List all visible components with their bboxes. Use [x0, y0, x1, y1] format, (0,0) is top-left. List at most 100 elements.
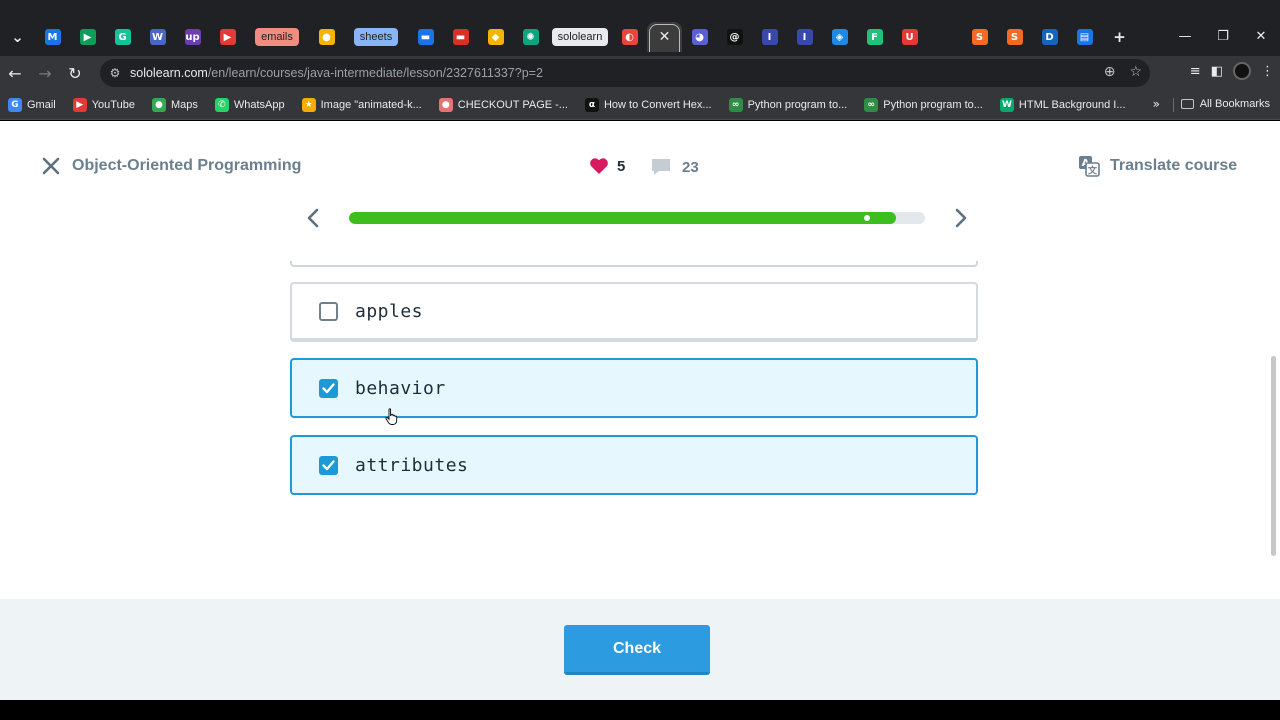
site-icon: U: [901, 29, 918, 45]
course-title: Object-Oriented Programming: [72, 157, 302, 174]
bookmark-item[interactable]: ✆ WhatsApp: [214, 97, 285, 112]
tab[interactable]: +: [1102, 22, 1137, 52]
bookmark-label: Python program to...: [883, 98, 983, 111]
bookmark-item[interactable]: ● CHECKOUT PAGE -...: [438, 97, 568, 112]
answer-option-attributes[interactable]: attributes: [290, 435, 978, 495]
reload-icon[interactable]: ↻: [60, 58, 90, 88]
grammarly-icon: G: [114, 29, 131, 45]
checkbox-checked[interactable]: [319, 378, 338, 398]
site-icon: D: [1041, 29, 1058, 45]
browser-menu-icon[interactable]: ⋮: [1261, 64, 1274, 79]
bookmark-label: WhatsApp: [233, 98, 285, 111]
tab[interactable]: S: [962, 22, 997, 52]
profile-avatar[interactable]: [1233, 62, 1251, 80]
tab[interactable]: ▤: [1067, 22, 1102, 52]
side-panel-icon[interactable]: ◧: [1211, 64, 1223, 79]
url-text[interactable]: sololearn.com/en/learn/courses/java-inte…: [130, 66, 543, 80]
comments-count: 23: [682, 158, 699, 176]
tab[interactable]: ◕: [682, 22, 717, 52]
tab[interactable]: ✺: [513, 22, 548, 52]
lesson-header: Object-Oriented Programming 5 23 A 文 Tra…: [0, 121, 1280, 211]
youtube-icon: ▶: [72, 97, 87, 112]
checkbox-unchecked[interactable]: [319, 301, 338, 321]
bookmark-item[interactable]: G Gmail: [8, 97, 56, 112]
back-icon[interactable]: ←: [0, 58, 30, 88]
forward-icon[interactable]: →: [30, 58, 60, 88]
bookmark-label: YouTube: [91, 98, 135, 111]
tab[interactable]: S: [997, 22, 1032, 52]
bookmark-item[interactable]: ● Maps: [151, 97, 198, 112]
sololearn-icon: S: [971, 29, 988, 45]
docs-icon: ▬: [417, 29, 434, 45]
tab[interactable]: ●: [309, 22, 344, 52]
maps-pin-icon: ●: [318, 29, 335, 45]
lesson-progress: [300, 203, 980, 233]
threads-icon: @: [726, 29, 743, 45]
address-bar[interactable]: ⚙ sololearn.com/en/learn/courses/java-in…: [100, 59, 1150, 87]
tab[interactable]: W: [140, 22, 175, 52]
next-arrow-icon[interactable]: [950, 207, 972, 229]
tab[interactable]: ◐: [612, 22, 647, 52]
translate-course-button[interactable]: A 文 Translate course: [1078, 155, 1237, 177]
url-path: /en/learn/courses/java-intermediate/less…: [207, 66, 543, 80]
bookmark-item[interactable]: α How to Convert Hex...: [584, 97, 712, 112]
tab[interactable]: ▬: [408, 22, 443, 52]
tab[interactable]: @: [717, 22, 752, 52]
tab[interactable]: ◈: [822, 22, 857, 52]
tab[interactable]: [927, 22, 962, 52]
tab[interactable]: I: [752, 22, 787, 52]
site-info-icon[interactable]: ⚙: [100, 66, 130, 80]
close-tab-icon[interactable]: ✕: [659, 29, 671, 45]
tab[interactable]: D: [1032, 22, 1067, 52]
chatgpt-icon: ✺: [522, 29, 539, 45]
hearts-counter[interactable]: 5: [589, 157, 625, 175]
close-window-icon[interactable]: ✕: [1242, 24, 1280, 48]
tab[interactable]: I: [787, 22, 822, 52]
bookmark-label: CHECKOUT PAGE -...: [457, 98, 568, 111]
tab[interactable]: ◆: [478, 22, 513, 52]
all-bookmarks-button[interactable]: All Bookmarks: [1180, 98, 1270, 110]
tab[interactable]: ▶: [70, 22, 105, 52]
page-scrollbar[interactable]: [1271, 356, 1276, 556]
comments-counter[interactable]: 23: [650, 157, 699, 177]
check-button[interactable]: Check: [564, 625, 710, 675]
checkbox-checked[interactable]: [319, 455, 338, 475]
lesson-page: Object-Oriented Programming 5 23 A 文 Tra…: [0, 121, 1280, 700]
media-control-icon[interactable]: ≡: [1190, 64, 1201, 79]
url-host: sololearn.com: [130, 66, 208, 80]
folder-icon: [1180, 99, 1194, 109]
option-label: apples: [355, 300, 424, 322]
previous-arrow-icon[interactable]: [302, 207, 324, 229]
close-lesson-icon[interactable]: [40, 155, 62, 177]
tab-sheets[interactable]: sheets: [344, 22, 408, 52]
bookmark-star-icon[interactable]: ☆: [1129, 64, 1142, 80]
bookmark-item[interactable]: ∞ Python program to...: [728, 97, 847, 112]
tab-emails[interactable]: emails: [245, 22, 309, 52]
tab[interactable]: ⌄: [0, 22, 35, 52]
bookmark-item[interactable]: ▶ YouTube: [72, 97, 135, 112]
maximize-icon[interactable]: ❐: [1204, 24, 1242, 48]
maps-pin-icon: ●: [151, 97, 166, 112]
tab[interactable]: F: [857, 22, 892, 52]
tab[interactable]: U: [892, 22, 927, 52]
tab-title: emails: [255, 28, 299, 46]
bookmarks-overflow-icon[interactable]: »: [1153, 97, 1160, 111]
bookmarks-bar: G Gmail ▶ YouTube ● Maps ✆ WhatsApp ★ Image "anim…: [0, 90, 1280, 120]
minimize-icon[interactable]: —: [1166, 24, 1204, 48]
upwork-icon: up: [184, 29, 201, 45]
site-icon: F: [866, 29, 883, 45]
tab[interactable]: M: [35, 22, 70, 52]
bookmark-item[interactable]: ★ Image "animated-k...: [301, 97, 422, 112]
chevron-down-icon: ⌄: [9, 28, 26, 46]
tab[interactable]: G: [105, 22, 140, 52]
checkmark-icon: [322, 459, 335, 470]
tab-active[interactable]: ✕: [647, 22, 682, 52]
bookmark-item[interactable]: W HTML Background I...: [999, 97, 1126, 112]
tab[interactable]: ▬: [443, 22, 478, 52]
answer-option-apples[interactable]: apples: [290, 282, 978, 342]
tab[interactable]: up: [175, 22, 210, 52]
bookmark-item[interactable]: ∞ Python program to...: [864, 97, 983, 112]
tab-sololearn[interactable]: sololearn: [548, 22, 612, 52]
tab[interactable]: ▶: [210, 22, 245, 52]
zoom-icon[interactable]: ⊕: [1104, 64, 1116, 80]
